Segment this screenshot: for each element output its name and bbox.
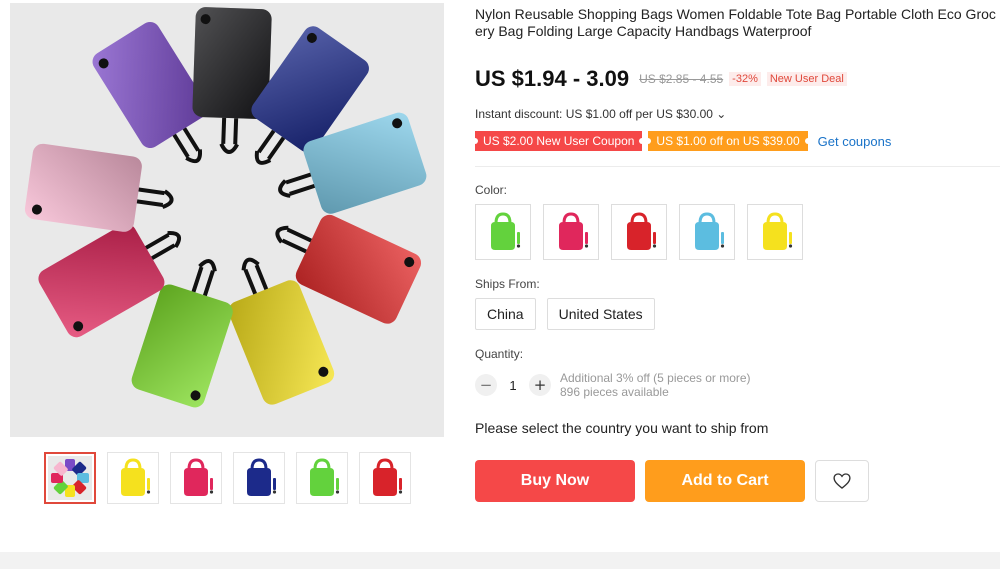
color-swatch-rose[interactable]: [543, 204, 599, 260]
purchase-actions: Buy Now Add to Cart: [475, 460, 869, 502]
add-to-cart-button[interactable]: Add to Cart: [645, 460, 805, 502]
bag-swatch-icon: [763, 212, 793, 250]
store-coupon[interactable]: US $1.00 off on US $39.00: [645, 131, 811, 151]
instant-discount-dropdown[interactable]: Instant discount: US $1.00 off per US $3…: [475, 107, 726, 121]
thumbnail-green[interactable]: [296, 452, 348, 504]
buy-now-button[interactable]: Buy Now: [475, 460, 635, 502]
new-user-deal-badge: New User Deal: [766, 72, 847, 86]
color-swatch-sky-blue[interactable]: [679, 204, 735, 260]
discount-badge: -32%: [729, 72, 761, 86]
main-product-image[interactable]: [10, 3, 444, 437]
color-label: Color:: [475, 183, 508, 197]
wishlist-button[interactable]: [815, 460, 869, 502]
color-swatch-red[interactable]: [611, 204, 667, 260]
bag-thumbnail-icon: [310, 458, 340, 496]
price-row: US $1.94 - 3.09 US $2.85 - 4.55 -32% New…: [475, 66, 847, 92]
bag-swatch-icon: [559, 212, 589, 250]
bag-swatch-icon: [627, 212, 657, 250]
color-swatch-yellow[interactable]: [747, 204, 803, 260]
thumbnail-yellow[interactable]: [107, 452, 159, 504]
quantity-label: Quantity:: [475, 347, 524, 361]
thumbnail-all-colors[interactable]: [44, 452, 96, 504]
heart-icon: [833, 473, 851, 489]
current-price: US $1.94 - 3.09: [475, 66, 630, 91]
coupon-row: US $2.00 New User Coupon US $1.00 off on…: [471, 131, 892, 151]
quantity-decrease-button[interactable]: −: [475, 374, 497, 396]
bag-thumbnail-icon: [184, 458, 214, 496]
original-price: US $2.85 - 4.55: [639, 72, 724, 86]
thumbnail-red[interactable]: [359, 452, 411, 504]
ship-from-china-button[interactable]: China: [475, 298, 536, 330]
new-user-coupon[interactable]: US $2.00 New User Coupon: [471, 131, 646, 151]
quantity-increase-button[interactable]: +: [529, 374, 551, 396]
bag-thumbnail-icon: [373, 458, 403, 496]
color-swatch-green[interactable]: [475, 204, 531, 260]
thumbnail-rose[interactable]: [170, 452, 222, 504]
ships-from-options: China United States: [475, 298, 655, 330]
quantity-info: Additional 3% off (5 pieces or more) 896…: [560, 371, 751, 399]
bag-thumbnail-icon: [247, 458, 277, 496]
bag-thumbnail-icon: [121, 458, 151, 496]
product-title: Nylon Reusable Shopping Bags Women Folda…: [475, 6, 996, 39]
ships-from-label: Ships From:: [475, 277, 540, 291]
bulk-offer-text: Additional 3% off (5 pieces or more): [560, 371, 751, 385]
color-swatches: [475, 204, 803, 260]
divider: [475, 166, 1000, 167]
get-coupons-link[interactable]: Get coupons: [818, 134, 892, 149]
ship-country-prompt: Please select the country you want to sh…: [475, 420, 769, 436]
foldable-bags-photo: [10, 3, 444, 437]
bag-thumbnail-icon: [48, 456, 92, 500]
thumbnail-strip: [44, 452, 411, 504]
quantity-value[interactable]: 1: [497, 378, 529, 393]
bag-swatch-icon: [695, 212, 725, 250]
bag-swatch-icon: [491, 212, 521, 250]
quantity-stepper: − 1 +: [475, 374, 551, 396]
ship-from-united-states-button[interactable]: United States: [546, 298, 655, 330]
footer-band: [0, 552, 1000, 569]
thumbnail-navy[interactable]: [233, 452, 285, 504]
stock-available-text: 896 pieces available: [560, 385, 669, 399]
